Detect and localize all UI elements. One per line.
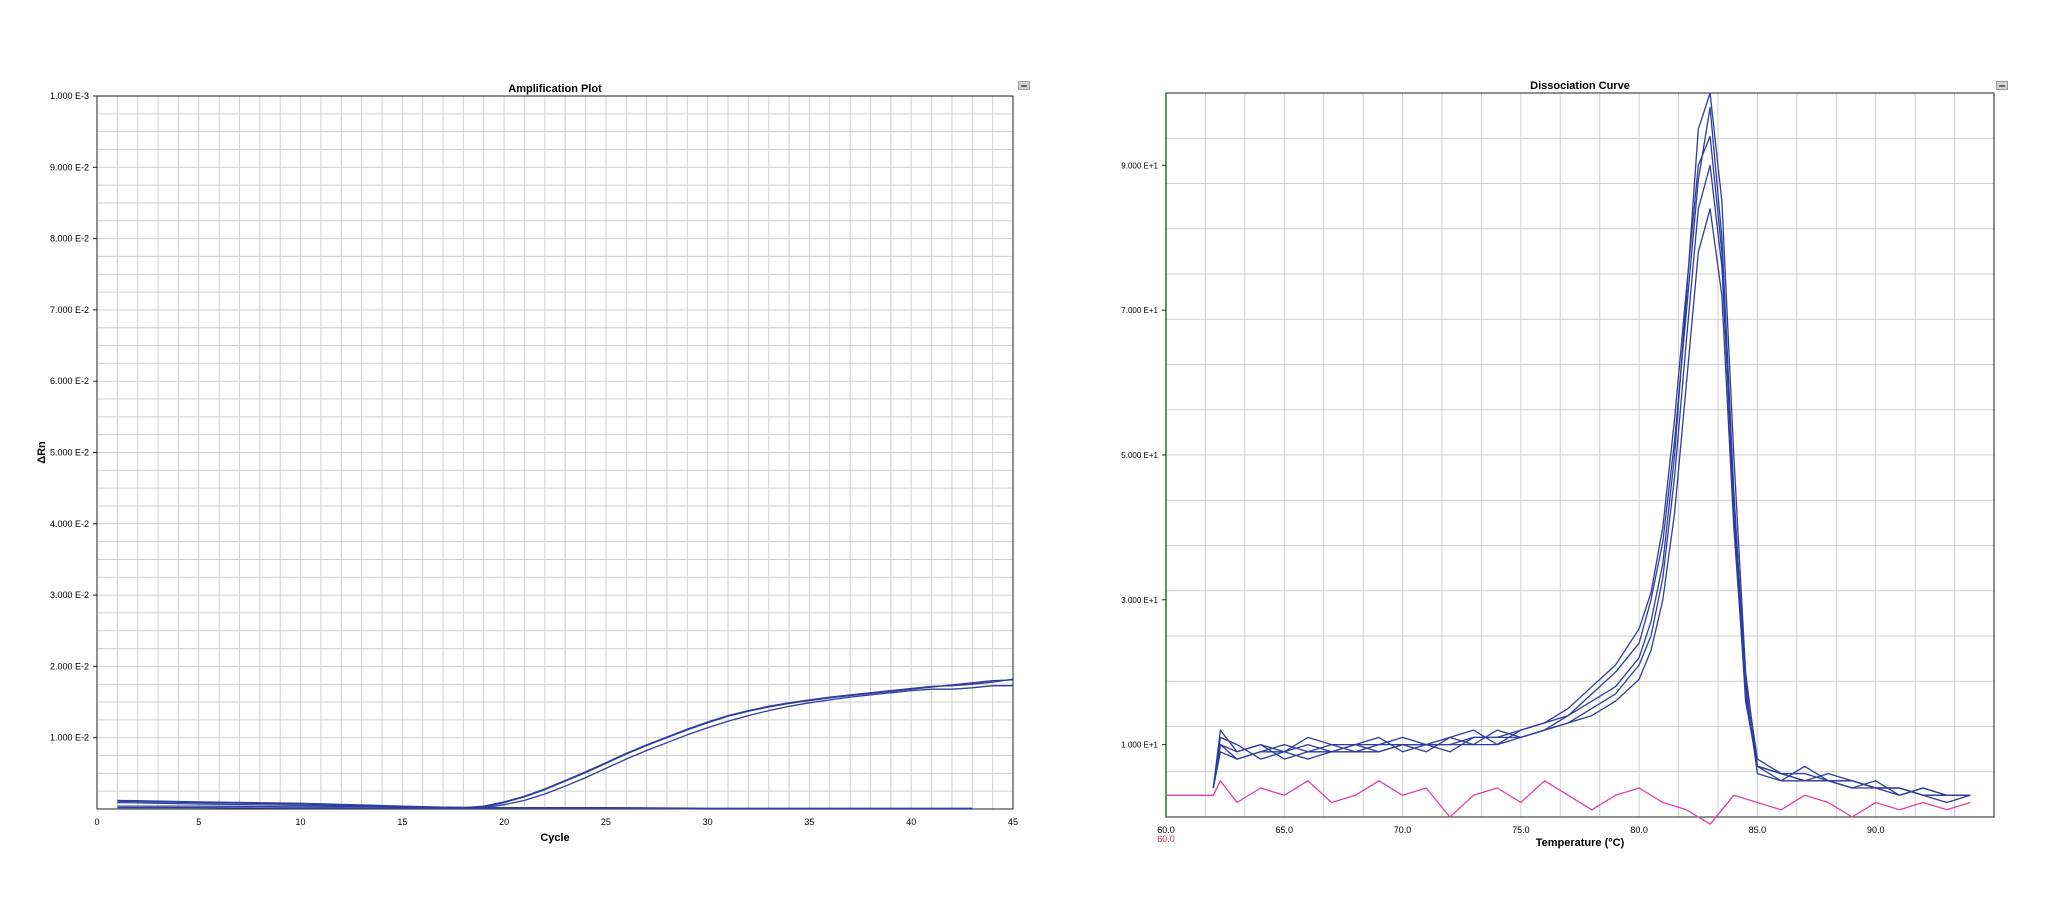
chart-title: Amplification Plot xyxy=(508,83,602,95)
chart-title: Dissociation Curve xyxy=(1530,80,1630,92)
x-axis-label: Cycle xyxy=(540,832,569,844)
y-tick-label: 5.000 E+1 xyxy=(1121,451,1158,460)
x-tick-label: 65.0 xyxy=(1276,825,1294,835)
x-tick-label: 10 xyxy=(296,817,306,827)
amplification-plot-panel: Amplification Plot 0 5 10 15 20 25 30 35 40 45 1.00… xyxy=(0,0,1040,909)
y-tick-label: 1.000 E+1 xyxy=(1121,741,1158,750)
x-tick-label: 40 xyxy=(906,817,916,827)
x-tick-label: 80.0 xyxy=(1630,825,1648,835)
y-tick-label: 7.000 E-2 xyxy=(50,305,89,315)
y-axis-label: ΔRn xyxy=(36,441,48,464)
x-tick-label: 35 xyxy=(804,817,814,827)
x-tick-label: 20 xyxy=(499,817,509,827)
y-tick-label: 9.000 E-2 xyxy=(50,162,89,172)
y-tick-label: 6.000 E-2 xyxy=(50,376,89,386)
x-tick-label: 75.0 xyxy=(1512,825,1530,835)
amplification-plot-svg: Amplification Plot 0 5 10 15 20 25 30 35 40 45 1.00… xyxy=(36,83,1018,844)
y-tick-label: 7.000 E+1 xyxy=(1121,306,1158,315)
x-tick-label: 5 xyxy=(196,817,201,827)
plot-options-button[interactable] xyxy=(1996,81,2008,90)
x-tick-label: 25 xyxy=(601,817,611,827)
x-axis-label: Temperature (°C) xyxy=(1536,837,1625,849)
y-tick-label: 3.000 E-2 xyxy=(50,590,89,600)
y-tick-label: 3.000 E+1 xyxy=(1121,596,1158,605)
y-tick-label: 5.000 E-2 xyxy=(50,448,89,458)
plot-options-button[interactable] xyxy=(1018,81,1030,90)
y-tick-label: 4.000 E-2 xyxy=(50,519,89,529)
x-tick-label: 30 xyxy=(703,817,713,827)
x-tick-label-start-marker: 60.0 xyxy=(1157,834,1175,844)
y-tick-label: 2.000 E-2 xyxy=(50,661,89,671)
x-tick-label: 45 xyxy=(1008,817,1018,827)
y-tick-label: 9.000 E+1 xyxy=(1121,161,1158,170)
y-tick-label: 1.000 E-2 xyxy=(50,733,89,743)
x-tick-label: 85.0 xyxy=(1749,825,1767,835)
x-tick-label: 0 xyxy=(94,817,99,827)
x-tick-label: 15 xyxy=(397,817,407,827)
y-tick-label: 8.000 E-2 xyxy=(50,234,89,244)
dissociation-curve-panel: Dissociation Curve 60.0 65.0 70.0 75.0 80.0 85… xyxy=(1100,0,2048,909)
x-tick-label: 90.0 xyxy=(1867,825,1885,835)
dissociation-curve-svg: Dissociation Curve 60.0 65.0 70.0 75.0 80.0 85… xyxy=(1121,80,1995,849)
x-tick-label: 70.0 xyxy=(1394,825,1412,835)
y-tick-label: 1.000 E-3 xyxy=(50,91,89,101)
